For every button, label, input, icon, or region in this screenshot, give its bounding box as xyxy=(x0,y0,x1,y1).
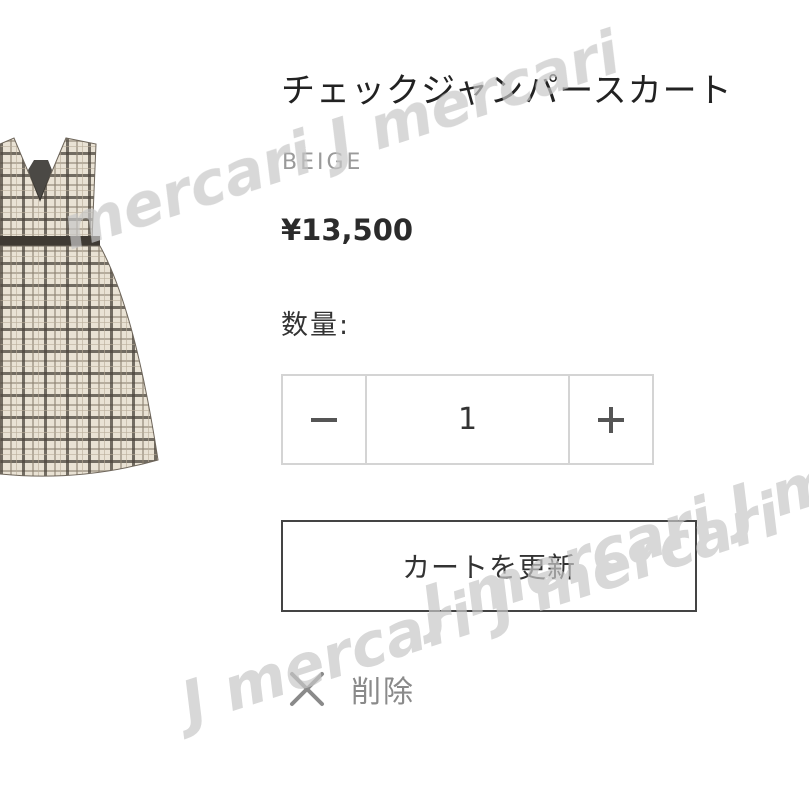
quantity-input[interactable]: 1 xyxy=(367,376,568,463)
minus-icon xyxy=(311,417,337,422)
product-details: チェックジャンパースカート BEIGE ¥13,500 数量: 1 カートを更新 xyxy=(281,0,809,809)
plus-icon xyxy=(598,406,624,433)
product-title: チェックジャンパースカート xyxy=(281,71,733,111)
close-icon xyxy=(290,672,324,706)
delete-label: 削除 xyxy=(351,675,415,710)
quantity-label: 数量: xyxy=(281,310,351,341)
increase-quantity-button[interactable] xyxy=(568,376,652,463)
product-image xyxy=(0,137,159,477)
decrease-quantity-button[interactable] xyxy=(283,376,367,463)
cart-item-page: チェックジャンパースカート BEIGE ¥13,500 数量: 1 カートを更新 xyxy=(0,0,809,809)
quantity-stepper: 1 xyxy=(281,374,654,465)
delete-item-link[interactable]: 削除 xyxy=(289,666,415,712)
product-variant: BEIGE xyxy=(282,150,364,175)
update-cart-button[interactable]: カートを更新 xyxy=(281,520,697,612)
product-price: ¥13,500 xyxy=(281,213,414,247)
